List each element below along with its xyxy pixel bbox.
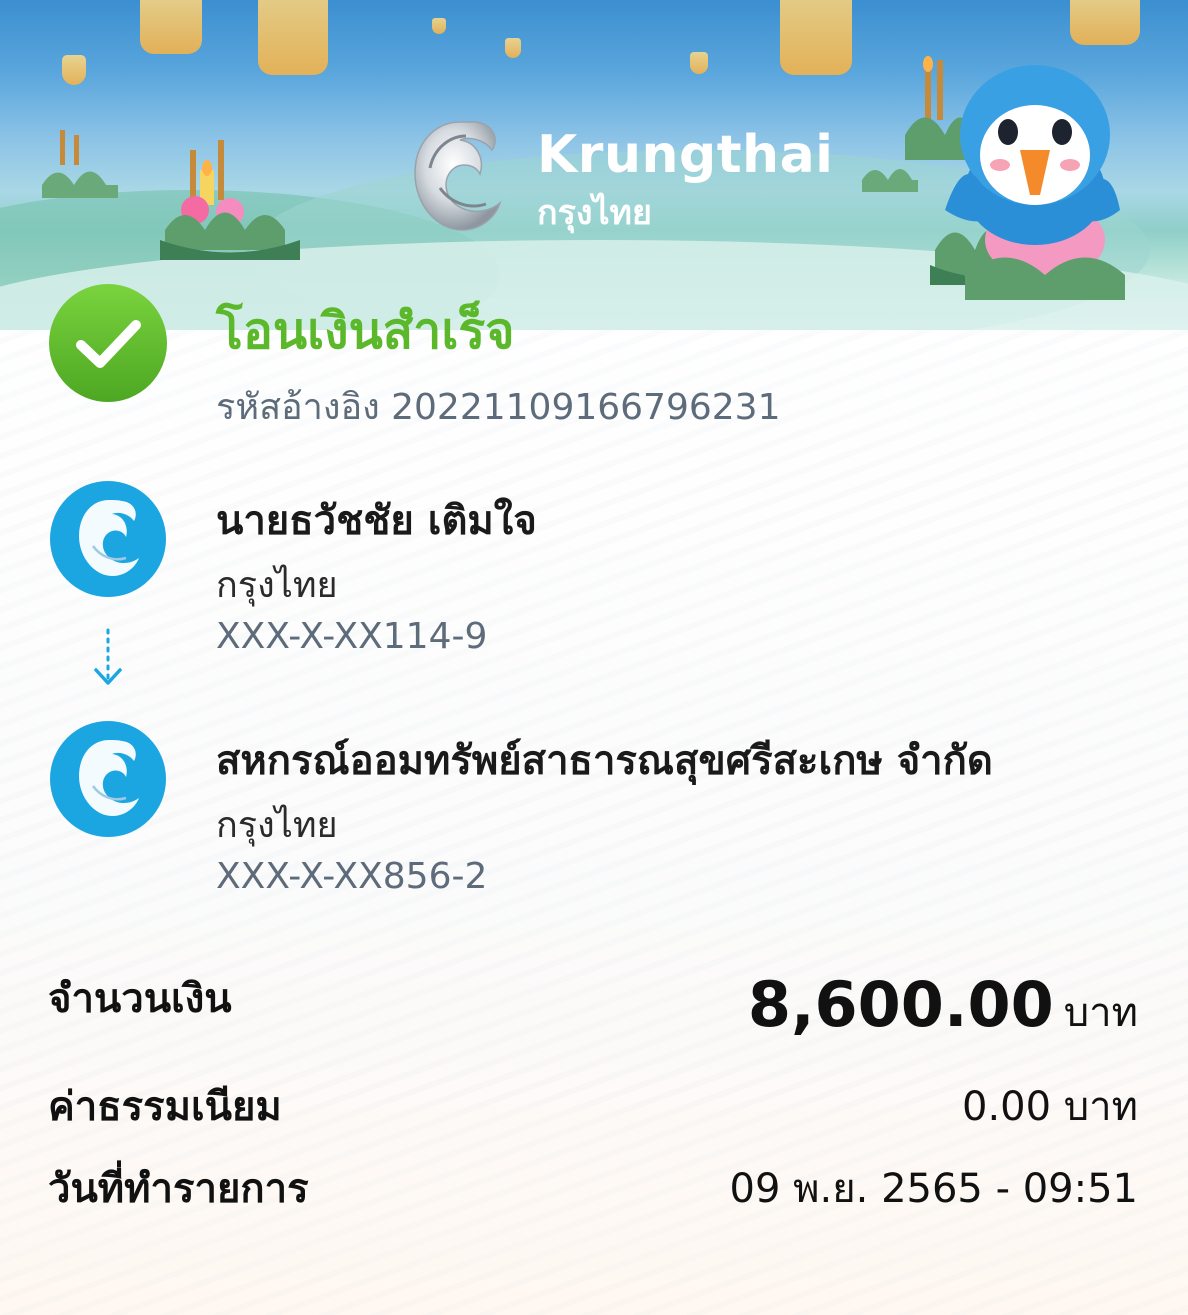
reference-number: 20221109166796231 bbox=[391, 387, 781, 428]
krungthai-logo: Krungthai กรุงไทย bbox=[0, 0, 1188, 330]
sender-bank: กรุงไทย bbox=[216, 565, 338, 606]
brand-name-thai: กรุงไทย bbox=[537, 193, 652, 233]
krungthai-bird-icon bbox=[414, 121, 502, 231]
amount-value-group: 8,600.00 บาท bbox=[748, 968, 1138, 1044]
amount-unit: บาท bbox=[1063, 990, 1138, 1036]
brand-name-english: Krungthai bbox=[537, 125, 834, 185]
receiver-account: XXX-X-XX856-2 bbox=[216, 856, 488, 897]
transfer-slip: Krungthai กรุงไทย โอนเงินสำเร็จ รหัสอ้าง… bbox=[0, 0, 1188, 1315]
reference-line: รหัสอ้างอิง 20221109166796231 bbox=[216, 378, 780, 435]
check-icon bbox=[49, 284, 167, 402]
sender-name: นายธวัชชัย เติมใจ bbox=[216, 498, 537, 544]
krungthai-logo-icon bbox=[50, 481, 166, 597]
receiver-name: สหกรณ์ออมทรัพย์สาธารณสุขศรีสะเกษ จำกัด bbox=[216, 738, 993, 784]
fee-value: 0.00 บาท bbox=[962, 1084, 1138, 1130]
fee-label: ค่าธรรมเนียม bbox=[48, 1084, 282, 1130]
date-label: วันที่ทำรายการ bbox=[48, 1166, 309, 1212]
reference-label: รหัสอ้างอิง bbox=[216, 387, 380, 428]
arrow-down-icon bbox=[94, 628, 122, 685]
date-value: 09 พ.ย. 2565 - 09:51 bbox=[729, 1166, 1139, 1212]
amount-label: จำนวนเงิน bbox=[48, 976, 232, 1022]
amount-value: 8,600.00 bbox=[747, 968, 1054, 1041]
sender-account: XXX-X-XX114-9 bbox=[216, 616, 488, 657]
status-title: โอนเงินสำเร็จ bbox=[216, 302, 515, 360]
krungthai-logo-icon bbox=[50, 721, 166, 837]
receiver-bank: กรุงไทย bbox=[216, 805, 338, 846]
header-banner: Krungthai กรุงไทย bbox=[0, 0, 1188, 330]
